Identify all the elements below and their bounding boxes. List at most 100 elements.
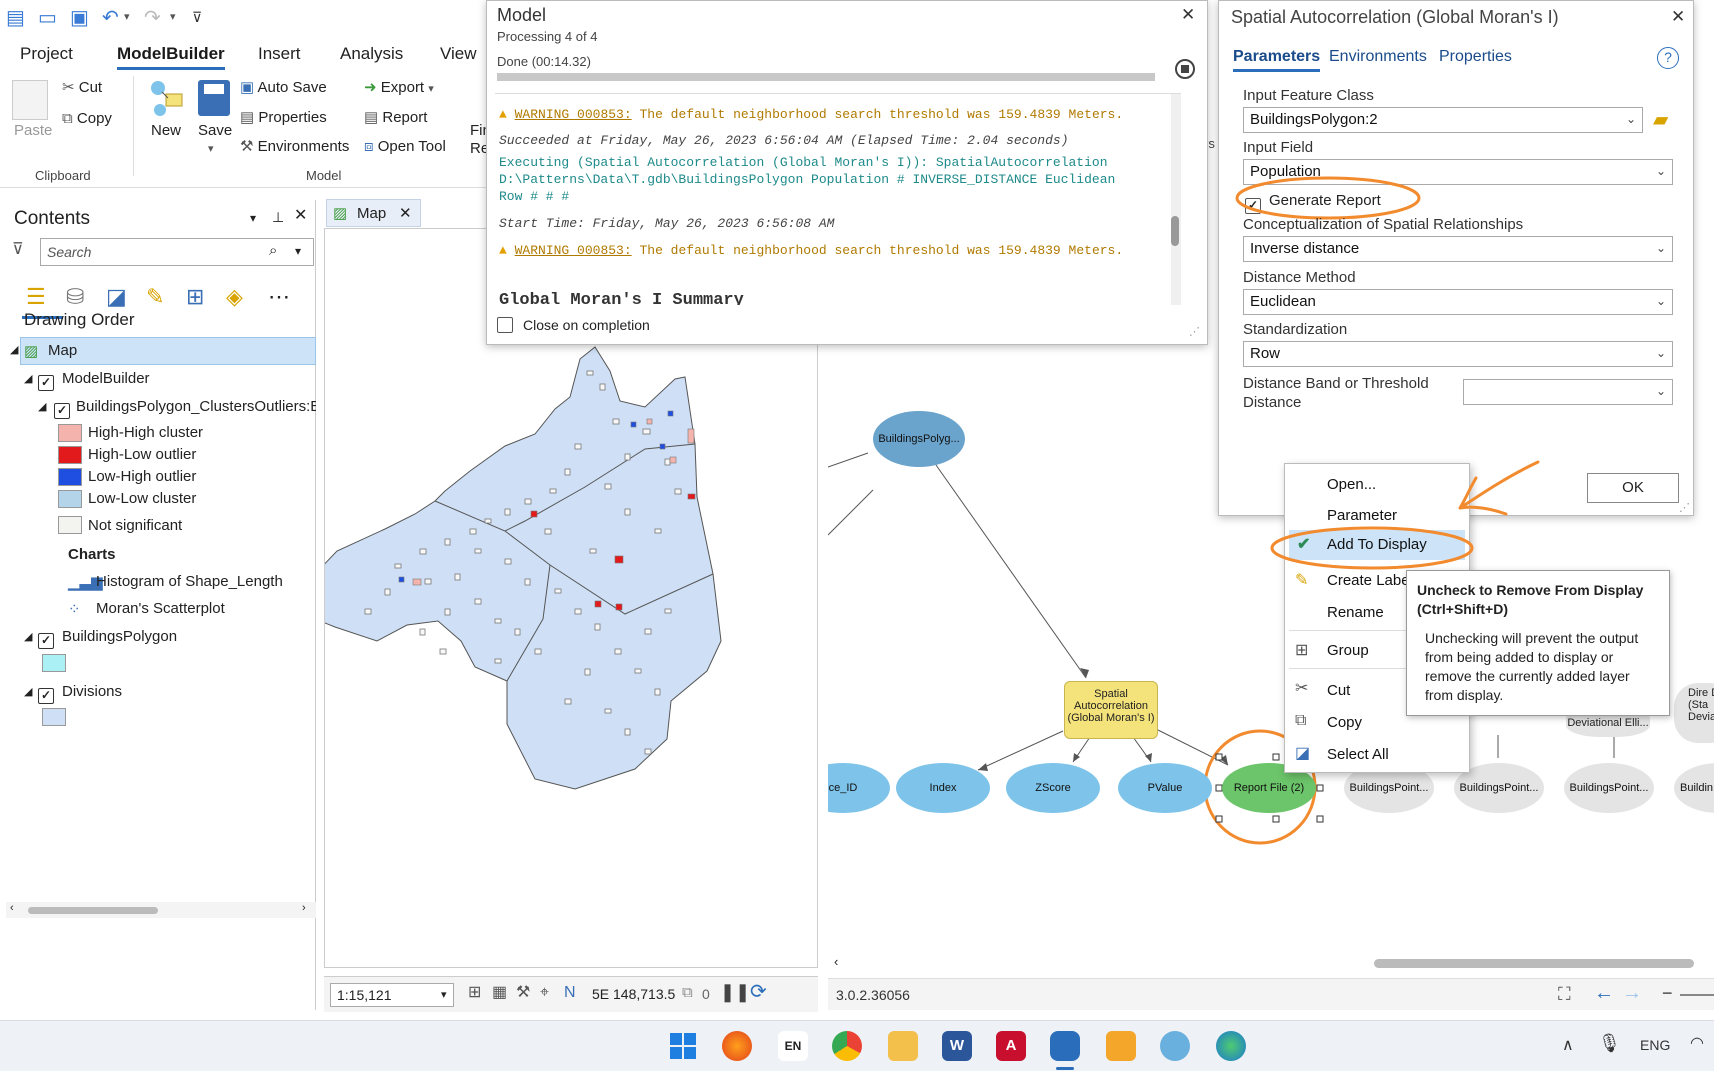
scroll-left-icon[interactable]: ‹ (10, 902, 14, 914)
chart-item-scatterplot[interactable]: Moran's Scatterplot (96, 600, 225, 617)
buildings-checkbox[interactable]: ✓ (38, 628, 54, 649)
standardization-dropdown[interactable]: Row ⌄ (1243, 341, 1673, 367)
microphone-icon[interactable]: 🎙 (1598, 1033, 1621, 1054)
input-feature-class-dropdown[interactable]: BuildingsPolygon:2 ⌄ (1243, 107, 1643, 133)
filter-icon[interactable]: ⊽ (12, 242, 24, 258)
customize-toolbar-icon[interactable]: ⊽ (192, 10, 202, 24)
tab-project[interactable]: Project (20, 44, 73, 64)
warning-code-link[interactable]: WARNING 000853: (515, 243, 632, 258)
more-options-icon[interactable]: ⋯ (268, 286, 290, 308)
model-node-pvalue[interactable]: PValue (1118, 763, 1212, 813)
fit-to-window-icon[interactable]: ⛶ (1558, 985, 1571, 1003)
modelbuilder-checkbox[interactable]: ✓ (38, 370, 54, 391)
arcgis-globe-icon[interactable] (1160, 1031, 1190, 1061)
menu-item-group[interactable]: Group (1327, 642, 1369, 659)
pin-icon[interactable]: ⊥ (272, 210, 284, 224)
menu-item-rename[interactable]: Rename (1327, 604, 1384, 621)
grid-icon[interactable]: ▦ (492, 985, 507, 1001)
redo-dropdown-icon[interactable]: ▾ (170, 12, 176, 23)
scrollbar-thumb[interactable] (1374, 959, 1694, 968)
cut-button[interactable]: ✂ Cut (62, 79, 102, 96)
divisions-checkbox[interactable]: ✓ (38, 683, 54, 704)
close-tab-icon[interactable]: ✕ (399, 204, 412, 222)
clusters-layer-checkbox[interactable]: ✓ (54, 398, 70, 419)
photos-icon[interactable] (1106, 1031, 1136, 1061)
collapse-toggle-icon[interactable]: ◢ (24, 685, 32, 698)
model-node-buildings-point[interactable]: BuildingsPoint... (1564, 763, 1654, 813)
drawing-order-icon[interactable]: ☰ (26, 286, 46, 308)
resize-grip-icon[interactable]: ⋰ (1679, 501, 1690, 514)
tab-map[interactable]: ▨ Map ✕ (326, 199, 421, 227)
environments-button[interactable]: ⚒ Environments (240, 138, 349, 155)
close-icon[interactable]: ✕ (1671, 7, 1685, 27)
stop-icon[interactable] (1175, 59, 1195, 79)
tab-environments[interactable]: Environments (1329, 48, 1427, 66)
pause-icon[interactable]: ❚❚ (720, 983, 750, 1001)
conceptualization-dropdown[interactable]: Inverse distance ⌄ (1243, 236, 1673, 262)
open-project-icon[interactable]: ▭ (38, 8, 57, 28)
menu-item-select-all[interactable]: Select All (1327, 746, 1389, 763)
open-tool-button[interactable]: ⧈ Open Tool (364, 138, 446, 155)
close-on-completion-checkbox[interactable] (497, 317, 513, 334)
new-project-icon[interactable]: ▤ (6, 8, 25, 28)
scroll-right-icon[interactable]: › (302, 902, 306, 914)
editing-icon[interactable]: ✎ (146, 286, 164, 308)
snapping-icon[interactable]: ⊞ (186, 286, 204, 308)
save-dropdown-icon[interactable]: ▾ (208, 142, 214, 155)
refresh-icon[interactable]: ⟳ (750, 982, 767, 1002)
save-project-icon[interactable]: ▣ (70, 8, 89, 28)
crosshair-icon[interactable]: ⌖ (540, 985, 549, 1001)
model-node-zscore[interactable]: ZScore (1006, 763, 1100, 813)
language-bar-icon[interactable]: EN (778, 1031, 808, 1061)
report-button[interactable]: ▤ Report (364, 109, 427, 126)
scale-dropdown[interactable]: 1:15,121 ▾ (330, 983, 454, 1007)
warning-code-link[interactable]: WARNING 000853: (515, 107, 632, 122)
help-icon[interactable]: ? (1657, 47, 1679, 69)
collapse-toggle-icon[interactable]: ◢ (10, 343, 18, 356)
contents-horizontal-scrollbar[interactable]: ‹ › (6, 902, 316, 918)
scroll-left-icon[interactable]: ‹ (834, 954, 838, 969)
forward-arrow-icon[interactable]: → (1622, 983, 1642, 1003)
firefox-icon[interactable] (722, 1031, 752, 1061)
save-model-button[interactable]: Save (198, 122, 232, 139)
search-icon[interactable]: ⌕ (269, 243, 277, 258)
tab-view[interactable]: View (440, 44, 477, 64)
scrollbar-thumb[interactable] (28, 907, 158, 914)
chrome-icon[interactable] (832, 1031, 862, 1061)
edge-icon[interactable] (1216, 1031, 1246, 1061)
paste-button[interactable]: Paste (14, 122, 52, 139)
close-icon[interactable]: ✕ (1181, 5, 1195, 25)
chart-item-histogram[interactable]: Histogram of Shape_Length (96, 573, 283, 590)
menu-item-cut[interactable]: Cut (1327, 682, 1350, 699)
tab-modelbuilder[interactable]: ModelBuilder (117, 44, 225, 70)
search-dropdown-icon[interactable]: ▾ (295, 245, 301, 257)
auto-save-button[interactable]: ▣ Auto Save (240, 79, 327, 96)
export-button[interactable]: ➜ Export ▾ (364, 79, 434, 96)
distance-band-dropdown[interactable]: ⌄ (1463, 379, 1673, 405)
close-pane-icon[interactable]: ✕ (294, 208, 307, 224)
tab-parameters[interactable]: Parameters (1233, 48, 1321, 72)
input-language[interactable]: ENG (1640, 1037, 1670, 1053)
redo-icon[interactable]: ↷ (144, 8, 161, 28)
acrobat-icon[interactable]: A (996, 1031, 1026, 1061)
arcgis-pro-icon[interactable] (1050, 1031, 1080, 1061)
zoom-out-icon[interactable]: − (1662, 983, 1673, 1004)
menu-item-copy[interactable]: Copy (1327, 714, 1362, 731)
tab-analysis[interactable]: Analysis (340, 44, 403, 64)
pane-options-icon[interactable]: ▾ (250, 212, 256, 224)
chevron-up-icon[interactable]: ∧ (1562, 1035, 1574, 1055)
north-arrow-icon[interactable]: N (564, 985, 576, 1001)
distance-method-dropdown[interactable]: Euclidean ⌄ (1243, 289, 1673, 315)
labeling-icon[interactable]: ◈ (226, 286, 243, 308)
selection-icon[interactable]: ◪ (106, 286, 127, 308)
model-node-index[interactable]: Index (896, 763, 990, 813)
new-model-button[interactable]: New (151, 122, 181, 139)
collapse-toggle-icon[interactable]: ◢ (38, 400, 46, 413)
collapse-toggle-icon[interactable]: ◢ (24, 630, 32, 643)
copy-button[interactable]: ⧉ Copy (62, 110, 112, 127)
data-source-icon[interactable]: ⛁ (66, 286, 84, 308)
tab-insert[interactable]: Insert (258, 44, 301, 64)
file-explorer-icon[interactable] (888, 1031, 918, 1061)
undo-dropdown-icon[interactable]: ▾ (124, 12, 130, 23)
log-scrollbar[interactable] (1171, 94, 1181, 305)
